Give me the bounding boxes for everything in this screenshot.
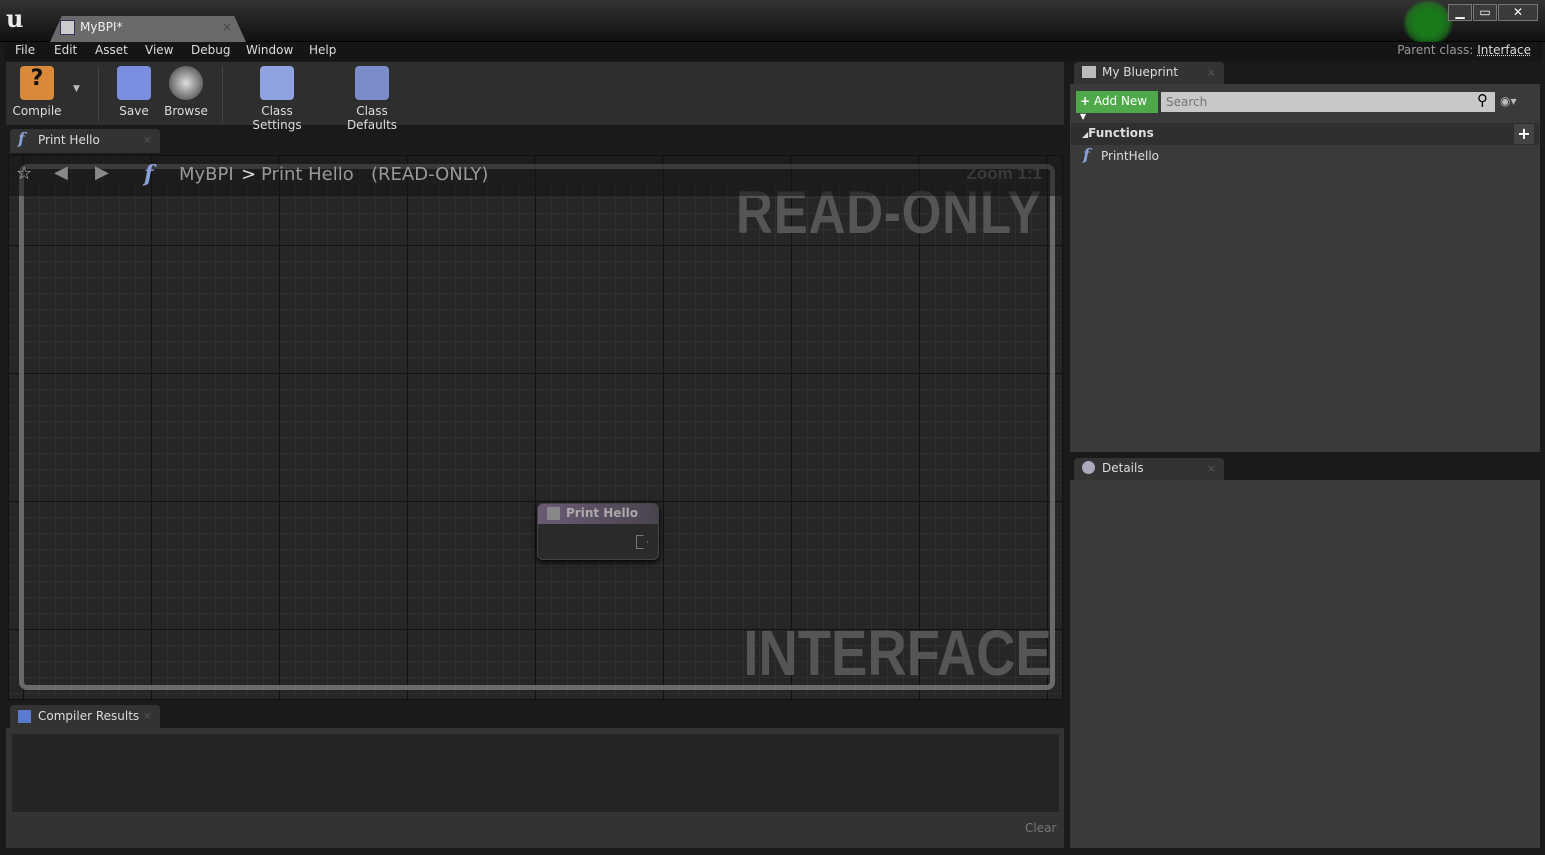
close-tab-icon[interactable]: × — [1207, 66, 1216, 79]
favorite-star-icon[interactable]: ☆ — [16, 163, 32, 184]
add-function-button[interactable]: + — [1514, 124, 1534, 144]
minimize-button[interactable]: ▁ — [1448, 4, 1472, 21]
tab-label: Print Hello — [38, 133, 100, 147]
close-tab-icon[interactable]: × — [143, 709, 152, 722]
add-new-button[interactable]: + Add New ▼ — [1076, 91, 1158, 121]
functions-header: Functions — [1088, 126, 1154, 140]
book-icon — [1082, 66, 1096, 78]
add-new-label: Add New — [1093, 94, 1148, 108]
functions-category[interactable]: ◢Functions — [1071, 123, 1539, 145]
save-icon — [117, 66, 151, 100]
read-only-border — [19, 164, 1055, 690]
node-header: Print Hello — [538, 504, 658, 524]
zoom-level: Zoom 1:1 — [966, 164, 1042, 183]
class-settings-button[interactable]: Class Settings — [236, 62, 318, 132]
document-tab[interactable]: MyBPI* × — [50, 16, 246, 42]
search-icon: ⚲ — [1477, 91, 1488, 109]
parent-class-label: Parent class: — [1397, 43, 1474, 57]
separator — [222, 66, 223, 122]
breadcrumb-leaf[interactable]: Print Hello — [261, 164, 354, 185]
compile-button[interactable]: ? Compile — [12, 62, 62, 118]
graph-canvas[interactable]: READ-ONLY INTERFACE ☆ ◀ ▶ f MyBPI > Prin… — [8, 155, 1063, 700]
class-settings-label: Class Settings — [252, 104, 302, 132]
blueprint-interface-icon — [60, 20, 75, 35]
visibility-eye-icon[interactable]: ◉▾ — [1500, 94, 1517, 108]
breadcrumb-separator: > — [241, 164, 257, 185]
menu-file[interactable]: File — [15, 43, 35, 57]
document-tab-label: MyBPI* — [80, 20, 123, 34]
parent-class-link[interactable]: Interface — [1477, 43, 1531, 57]
list-item[interactable]: f PrintHello — [1071, 145, 1539, 166]
toolbar: ? Compile ▼ Save Browse Class Settings Cl… — [6, 62, 1064, 132]
compile-unknown-icon: ? — [20, 66, 54, 100]
function-name: PrintHello — [1101, 149, 1160, 163]
close-window-button[interactable]: ✕ — [1498, 4, 1538, 21]
function-icon: f — [18, 129, 25, 148]
menu-debug[interactable]: Debug — [191, 43, 230, 57]
class-defaults-button[interactable]: Class Defaults — [330, 62, 414, 132]
node-icon — [547, 507, 560, 520]
menu-view[interactable]: View — [145, 43, 173, 57]
tab-compiler-results[interactable]: Compiler Results × — [10, 705, 160, 729]
browse-button[interactable]: Browse — [162, 62, 210, 118]
details-panel — [1070, 480, 1540, 848]
separator — [98, 66, 99, 122]
class-defaults-label: Class Defaults — [346, 104, 398, 132]
compile-label: Compile — [12, 104, 62, 118]
maximize-button[interactable]: ▭ — [1473, 4, 1497, 21]
close-tab-icon[interactable]: × — [222, 20, 232, 34]
tab-print-hello[interactable]: f Print Hello × — [10, 129, 160, 153]
function-icon: f — [1083, 145, 1090, 164]
exec-pin-icon[interactable] — [636, 535, 648, 549]
breadcrumb-bar — [9, 156, 1062, 196]
function-entry-node[interactable]: Print Hello — [537, 503, 659, 560]
menu-bar — [4, 42, 1542, 61]
close-tab-icon[interactable]: × — [143, 133, 152, 146]
menu-help[interactable]: Help — [309, 43, 336, 57]
menu-asset[interactable]: Asset — [95, 43, 128, 57]
compiler-results-icon — [18, 710, 31, 723]
plus-icon: + — [1080, 94, 1091, 108]
close-tab-icon[interactable]: × — [1207, 462, 1216, 475]
tab-label: Compiler Results — [38, 709, 140, 723]
tab-details[interactable]: Details × — [1074, 458, 1224, 480]
magnifier-icon — [169, 66, 203, 100]
details-magnifier-icon — [1082, 461, 1095, 474]
save-label: Save — [119, 104, 149, 118]
tab-label: My Blueprint — [1102, 65, 1179, 79]
search-input[interactable] — [1161, 92, 1495, 112]
browse-label: Browse — [164, 104, 208, 118]
node-title: Print Hello — [566, 506, 638, 520]
chevron-down-icon: ▼ — [1080, 112, 1087, 121]
back-arrow-icon[interactable]: ◀ — [54, 162, 68, 183]
unreal-logo-icon[interactable]: u — [6, 4, 23, 33]
class-settings-icon — [260, 66, 294, 100]
parent-class: Parent class: Interface — [1397, 43, 1531, 57]
clear-button[interactable]: Clear — [1025, 821, 1056, 835]
read-only-label: (READ-ONLY) — [371, 164, 489, 185]
class-defaults-icon — [355, 66, 389, 100]
compiler-results-log — [12, 734, 1059, 812]
save-button[interactable]: Save — [114, 62, 154, 118]
compile-options-dropdown[interactable]: ▼ — [73, 84, 80, 94]
menu-window[interactable]: Window — [246, 43, 293, 57]
menu-edit[interactable]: Edit — [54, 43, 77, 57]
function-icon: f — [144, 161, 154, 187]
tab-my-blueprint[interactable]: My Blueprint × — [1074, 62, 1224, 84]
forward-arrow-icon[interactable]: ▶ — [95, 162, 109, 183]
tab-label: Details — [1102, 461, 1144, 475]
breadcrumb-root[interactable]: MyBPI — [179, 164, 234, 185]
tutorial-icon[interactable] — [1403, 0, 1453, 46]
